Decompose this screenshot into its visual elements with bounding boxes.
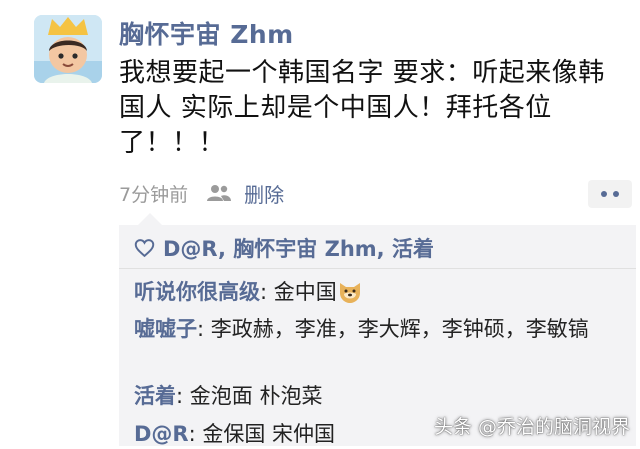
comment-separator: : [176, 384, 190, 408]
comment-author[interactable]: 听说你很高级 [134, 280, 260, 304]
more-icon-dot [613, 191, 619, 197]
post-username[interactable]: 胸怀宇宙 Zhm [119, 15, 294, 51]
avatar[interactable] [34, 15, 102, 83]
comment-author[interactable]: D@R [134, 422, 189, 446]
post-text-line: 我想要起一个韩国名字 要求：听起来像韩 [119, 58, 605, 88]
panel-arrow [138, 213, 162, 225]
likes-names[interactable]: D@R, 胸怀宇宙 Zhm, 活着 [163, 233, 434, 263]
comment-separator: : [197, 317, 211, 341]
comment-separator: : [188, 422, 203, 446]
post-time: 7分钟前 [119, 183, 189, 206]
post-text-line: 了！！！ [119, 128, 226, 158]
comment-text: 金保国 宋仲国 [202, 422, 336, 446]
comment-separator: : [260, 280, 274, 304]
comment-text: 金泡面 朴泡菜 [189, 384, 323, 408]
more-button[interactable] [588, 180, 632, 208]
divider [119, 268, 636, 269]
heart-icon [134, 239, 155, 258]
comment-author[interactable]: 嘘嘘子 [134, 317, 197, 341]
dog-emoji-icon [339, 283, 360, 303]
avatar-illustration [34, 15, 102, 83]
comment-text: 李政赫，李准，李大辉，李钟硕，李敏镐 [210, 317, 589, 341]
comment-author[interactable]: 活着 [134, 384, 176, 408]
comment[interactable]: 嘘嘘子: 李政赫，李准，李大辉，李钟硕，李敏镐 [134, 314, 629, 344]
comment[interactable]: 活着: 金泡面 朴泡菜 [134, 381, 629, 411]
watermark: 头条 @乔治的脑洞视界 [433, 416, 630, 438]
post-meta: 7分钟前 删除 [119, 179, 284, 208]
comment[interactable]: 听说你很高级: 金中国 [134, 277, 629, 307]
more-icon-dot [601, 191, 607, 197]
likes-row: D@R, 胸怀宇宙 Zhm, 活着 [134, 233, 434, 263]
post-text: 我想要起一个韩国名字 要求：听起来像韩 国人 实际上却是个中国人！拜托各位 了！… [119, 56, 631, 161]
people-icon [207, 185, 232, 201]
post-text-line: 国人 实际上却是个中国人！拜托各位 [119, 93, 552, 123]
delete-button[interactable]: 删除 [244, 179, 284, 208]
comment-text: 金中国 [273, 280, 337, 304]
